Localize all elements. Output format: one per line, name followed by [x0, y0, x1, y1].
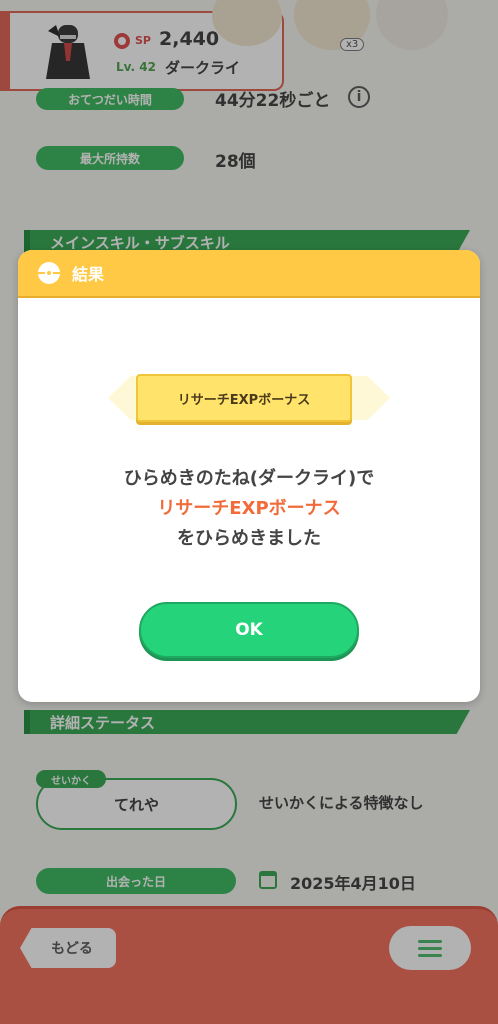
- skill-name-chip: リサーチEXPボーナス: [136, 374, 352, 422]
- dialog-header: 結果: [18, 250, 480, 298]
- result-dialog: 結果 リサーチEXPボーナス ひらめきのたね(ダークライ)で リサーチEXPボー…: [18, 250, 480, 702]
- dialog-title: 結果: [72, 265, 105, 284]
- skill-ribbon: リサーチEXPボーナス: [108, 374, 390, 422]
- message-line-3: をひらめきました: [177, 528, 321, 549]
- pokeball-icon: [38, 262, 60, 284]
- message-line-2: リサーチEXPボーナス: [157, 498, 341, 519]
- message-line-1: ひらめきのたね(ダークライ)で: [123, 468, 375, 489]
- ok-button[interactable]: OK: [139, 602, 359, 658]
